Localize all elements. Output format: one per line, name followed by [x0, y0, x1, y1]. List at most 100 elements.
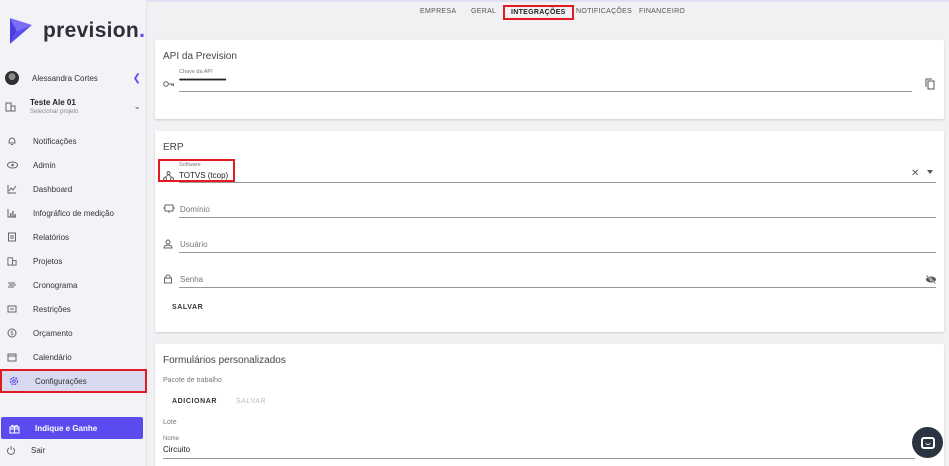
- power-icon: [7, 446, 15, 455]
- calendar-icon: [6, 351, 18, 363]
- api-card-title: API da Prevision: [163, 51, 237, 62]
- sidebar-item-label: Admin: [33, 160, 56, 170]
- tab-notificacoes[interactable]: NOTIFICAÇÕES: [576, 8, 632, 15]
- sidebar: prevision. Alessandra Cortes ❮ Teste Ale…: [0, 0, 147, 466]
- sidebar-item-label: Configurações: [35, 376, 87, 386]
- restriction-icon: [6, 303, 18, 315]
- forms-card-title: Formulários personalizados: [163, 355, 286, 366]
- sidebar-item-cronograma[interactable]: Cronograma: [0, 273, 147, 297]
- indique-e-ganhe-button[interactable]: Indique e Ganhe: [1, 417, 143, 439]
- nome-label: Nome: [163, 436, 180, 442]
- sidebar-item-label: Relatórios: [33, 232, 70, 242]
- settings-tabs: EMPRESA GERAL INTEGRAÇÕES NOTIFICAÇÕES F…: [147, 2, 949, 28]
- dollar-icon: $: [6, 327, 18, 339]
- software-select[interactable]: Software TOTVS (tcop) ✕: [163, 162, 936, 184]
- sidebar-item-restricoes[interactable]: Restrições: [0, 297, 147, 321]
- api-key-underline: [179, 91, 912, 92]
- dominio-field[interactable]: Domínio: [163, 201, 936, 219]
- report-icon: [6, 231, 18, 243]
- project-subtitle: Selecionar projeto: [30, 108, 79, 115]
- pacote-label: Pacote de trabalho: [163, 377, 222, 384]
- chat-icon: [920, 436, 935, 449]
- senha-placeholder: Senha: [180, 275, 204, 284]
- building-icon: [5, 102, 16, 111]
- sidebar-item-relatorios[interactable]: Relatórios: [0, 225, 147, 249]
- nome-underline: [163, 458, 915, 459]
- prevision-logo[interactable]: prevision.: [6, 14, 145, 48]
- building-icon: [6, 255, 18, 267]
- collapse-sidebar-chevron-left-icon[interactable]: ❮: [133, 73, 141, 84]
- dominio-placeholder: Domínio: [180, 205, 210, 214]
- dropdown-arrow-icon[interactable]: [927, 170, 933, 174]
- sidebar-item-label: Cronograma: [33, 280, 78, 290]
- sidebar-nav: Notificações Admin Dashboard Infográfico…: [0, 129, 147, 393]
- software-highlight: [158, 159, 235, 182]
- svg-text:$: $: [10, 330, 14, 337]
- api-card: API da Prevision Chave da API ••••••••••…: [155, 40, 944, 119]
- project-selector[interactable]: Teste Ale 01 Selecionar projeto ⌄: [5, 95, 141, 117]
- logout-button[interactable]: Sair: [6, 445, 45, 455]
- prevision-logo-mark-icon: [6, 14, 35, 48]
- sidebar-item-calendario[interactable]: Calendário: [0, 345, 147, 369]
- custom-forms-card: Formulários personalizados Pacote de tra…: [155, 344, 944, 466]
- tab-empresa[interactable]: EMPRESA: [420, 8, 456, 15]
- avatar: [5, 71, 19, 85]
- nome-input[interactable]: Circuito: [163, 445, 190, 454]
- sidebar-item-admin[interactable]: Admin: [0, 153, 147, 177]
- usuario-placeholder: Usuário: [180, 240, 208, 249]
- dominio-underline: [179, 217, 936, 218]
- sidebar-item-label: Restrições: [33, 304, 71, 314]
- tab-integracoes[interactable]: INTEGRAÇÕES: [503, 5, 574, 20]
- sidebar-item-label: Notificações: [33, 136, 77, 146]
- sidebar-item-label: Calendário: [33, 352, 72, 362]
- usuario-underline: [179, 252, 936, 253]
- senha-field[interactable]: Senha: [163, 271, 937, 289]
- tab-financeiro[interactable]: FINANCEIRO: [639, 8, 685, 15]
- logo-text: prevision.: [43, 19, 146, 42]
- erp-card: ERP Software TOTVS (tcop) ✕ Domínio Usuá…: [155, 131, 944, 332]
- sidebar-item-infografico[interactable]: Infográfico de medição: [0, 201, 147, 225]
- api-key-field: Chave da API •••••••••••••••••••••••••••…: [163, 69, 936, 93]
- line-chart-icon: [6, 183, 18, 195]
- project-text: Teste Ale 01 Selecionar projeto: [30, 98, 133, 115]
- erp-card-title: ERP: [163, 142, 184, 153]
- gear-icon: [8, 375, 20, 387]
- chevron-down-icon: ⌄: [133, 100, 141, 111]
- bar-chart-icon: [6, 207, 18, 219]
- software-underline: [179, 182, 936, 183]
- sidebar-item-projetos[interactable]: Projetos: [0, 249, 147, 273]
- api-key-label: Chave da API: [179, 69, 213, 75]
- sidebar-item-dashboard[interactable]: Dashboard: [0, 177, 147, 201]
- forms-save-button[interactable]: SALVAR: [236, 398, 266, 405]
- indique-label: Indique e Ganhe: [35, 423, 98, 433]
- senha-underline: [179, 287, 936, 288]
- sidebar-item-label: Dashboard: [33, 184, 73, 194]
- eye-icon: [6, 159, 18, 171]
- usuario-field[interactable]: Usuário: [163, 236, 936, 254]
- user-name: Alessandra Cortes: [32, 73, 98, 83]
- project-title: Teste Ale 01: [30, 97, 76, 107]
- tab-geral[interactable]: GERAL: [471, 8, 496, 15]
- schedule-icon: [6, 279, 18, 291]
- logout-label: Sair: [31, 445, 46, 455]
- sidebar-item-label: Orçamento: [33, 328, 73, 338]
- domain-icon: [163, 204, 175, 213]
- erp-save-button[interactable]: SALVAR: [172, 304, 203, 311]
- sidebar-item-orcamento[interactable]: $ Orçamento: [0, 321, 147, 345]
- key-icon: [163, 81, 174, 87]
- add-button[interactable]: ADICIONAR: [172, 398, 217, 405]
- sidebar-item-configuracoes[interactable]: Configurações: [0, 369, 147, 393]
- lock-icon: [164, 274, 172, 284]
- user-icon: [163, 239, 173, 249]
- sidebar-item-label: Projetos: [33, 256, 63, 266]
- gift-icon: [9, 424, 20, 433]
- sidebar-item-notificacoes[interactable]: Notificações: [0, 129, 147, 153]
- bell-icon: [6, 135, 18, 147]
- clear-icon[interactable]: ✕: [911, 168, 919, 179]
- chat-button[interactable]: [912, 427, 943, 458]
- api-key-input[interactable]: ••••••••••••••••••••••••••••••••: [179, 77, 226, 84]
- user-row[interactable]: Alessandra Cortes ❮: [5, 70, 141, 86]
- visibility-off-icon[interactable]: [925, 275, 937, 284]
- copy-icon[interactable]: [925, 78, 935, 90]
- lote-label: Lote: [163, 419, 177, 426]
